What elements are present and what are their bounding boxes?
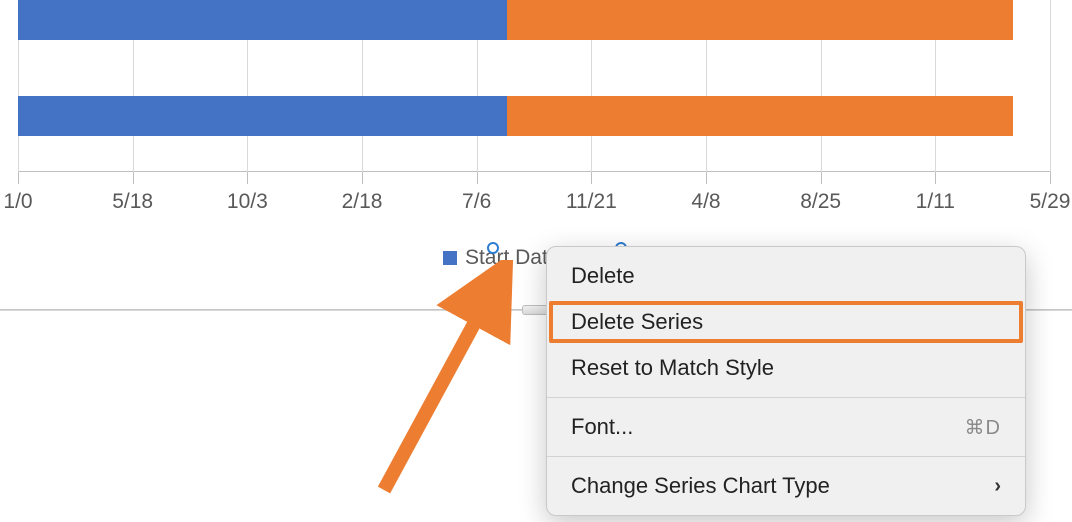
menu-item-font[interactable]: Font... ⌘D xyxy=(547,404,1025,450)
x-axis-line xyxy=(18,171,1050,172)
menu-separator xyxy=(547,397,1025,398)
axis-tick xyxy=(591,172,592,184)
chart-area: 1/0 5/18 10/3 2/18 7/6 11/21 4/8 8/25 1/11 5/29 xyxy=(0,0,1072,240)
gridline xyxy=(1050,0,1051,172)
chevron-right-icon: › xyxy=(994,475,1001,498)
bar-series-start-date[interactable] xyxy=(18,96,507,136)
legend-swatch-icon xyxy=(443,251,457,265)
axis-tick xyxy=(133,172,134,184)
bar-series-start-date[interactable] xyxy=(18,0,507,40)
menu-item-delete[interactable]: Delete xyxy=(547,253,1025,299)
menu-item-label: Delete xyxy=(571,263,635,289)
menu-item-label: Change Series Chart Type xyxy=(571,473,830,499)
axis-tick xyxy=(18,172,19,184)
axis-tick xyxy=(247,172,248,184)
bar-series-end-date[interactable] xyxy=(507,96,1013,136)
axis-tick xyxy=(935,172,936,184)
menu-separator xyxy=(547,456,1025,457)
legend-item-start-date[interactable]: Start Date xyxy=(443,246,560,270)
selection-handle-icon[interactable] xyxy=(487,242,499,254)
axis-tick xyxy=(821,172,822,184)
axis-tick xyxy=(477,172,478,184)
axis-tick xyxy=(1050,172,1051,184)
axis-tick-label: 8/25 xyxy=(800,190,841,214)
axis-tick-label: 1/0 xyxy=(3,190,32,214)
x-axis-labels: 1/0 5/18 10/3 2/18 7/6 11/21 4/8 8/25 1/11 5/29 xyxy=(0,190,1072,220)
menu-item-label: Reset to Match Style xyxy=(571,355,774,381)
axis-tick-label: 2/18 xyxy=(342,190,383,214)
axis-tick-label: 11/21 xyxy=(566,190,617,214)
axis-tick-label: 5/18 xyxy=(112,190,153,214)
axis-tick-label: 10/3 xyxy=(227,190,268,214)
menu-item-reset-match-style[interactable]: Reset to Match Style xyxy=(547,345,1025,391)
axis-tick-label: 5/29 xyxy=(1030,190,1071,214)
selection-handle-icon[interactable] xyxy=(487,270,499,282)
menu-item-label: Font... xyxy=(571,414,633,440)
plot-area[interactable] xyxy=(18,0,1050,172)
menu-item-delete-series[interactable]: Delete Series xyxy=(547,299,1025,345)
axis-tick-label: 7/6 xyxy=(462,190,491,214)
menu-item-change-series-chart-type[interactable]: Change Series Chart Type › xyxy=(547,463,1025,509)
bar-series-end-date[interactable] xyxy=(507,0,1013,40)
context-menu: Delete Delete Series Reset to Match Styl… xyxy=(546,246,1026,516)
axis-tick xyxy=(362,172,363,184)
axis-tick xyxy=(706,172,707,184)
annotation-arrow-icon xyxy=(360,260,560,500)
axis-tick-label: 1/11 xyxy=(916,190,955,214)
menu-item-shortcut: ⌘D xyxy=(965,415,1001,440)
axis-tick-label: 4/8 xyxy=(691,190,720,214)
menu-item-label: Delete Series xyxy=(571,309,703,335)
